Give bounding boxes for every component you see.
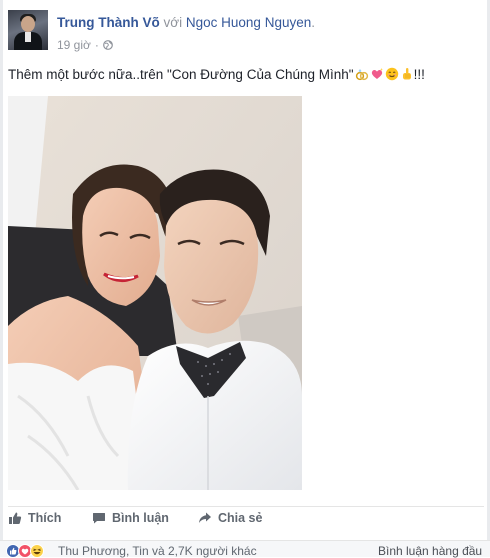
like-label: Thích	[28, 511, 62, 525]
pointing-hand-emoji	[402, 68, 411, 80]
photo-illustration	[8, 96, 302, 490]
status-emojis	[355, 67, 414, 81]
status-suffix: !!!	[413, 67, 425, 82]
author-avatar[interactable]	[8, 10, 48, 50]
post-timestamp[interactable]: 19 giờ	[57, 38, 91, 52]
post-action-bar: Thích Bình luận Chia sẻ	[8, 506, 484, 533]
wedding-rings-emoji	[355, 69, 368, 81]
sparkling-heart-emoji	[371, 68, 383, 79]
status-message: Thêm một bước nữa..trên "Con Đường Của C…	[8, 67, 354, 82]
comment-button[interactable]: Bình luận	[92, 511, 169, 525]
header-period: .	[311, 15, 315, 30]
smiling-face-emoji	[385, 67, 398, 81]
selfie-couple-photo[interactable]	[8, 96, 302, 490]
card-edge-left	[0, 0, 3, 556]
thumbs-up-icon	[9, 512, 22, 524]
share-arrow-icon	[199, 512, 211, 523]
comment-icon	[93, 513, 105, 524]
post-meta: 19 giờ ·	[57, 38, 113, 52]
reactions-summary-row: Thu Phương, Tin và 2,7K người khác Bình …	[0, 540, 490, 558]
with-word: với	[163, 15, 183, 30]
share-label: Chia sẻ	[218, 511, 263, 525]
meta-separator: ·	[94, 38, 99, 52]
tagged-user-link[interactable]: Ngoc Huong Nguyen	[186, 15, 311, 30]
share-button[interactable]: Chia sẻ	[198, 511, 262, 525]
post-card: Trung Thành Võ với Ngoc Huong Nguyen. 19…	[0, 0, 490, 558]
comment-label: Bình luận	[112, 511, 169, 525]
like-button[interactable]: Thích	[8, 511, 61, 525]
author-name-link[interactable]: Trung Thành Võ	[57, 15, 160, 30]
status-text: Thêm một bước nữa..trên "Con Đường Của C…	[8, 67, 425, 82]
post-header: Trung Thành Võ với Ngoc Huong Nguyen.	[57, 15, 315, 30]
globe-icon[interactable]	[102, 40, 113, 50]
